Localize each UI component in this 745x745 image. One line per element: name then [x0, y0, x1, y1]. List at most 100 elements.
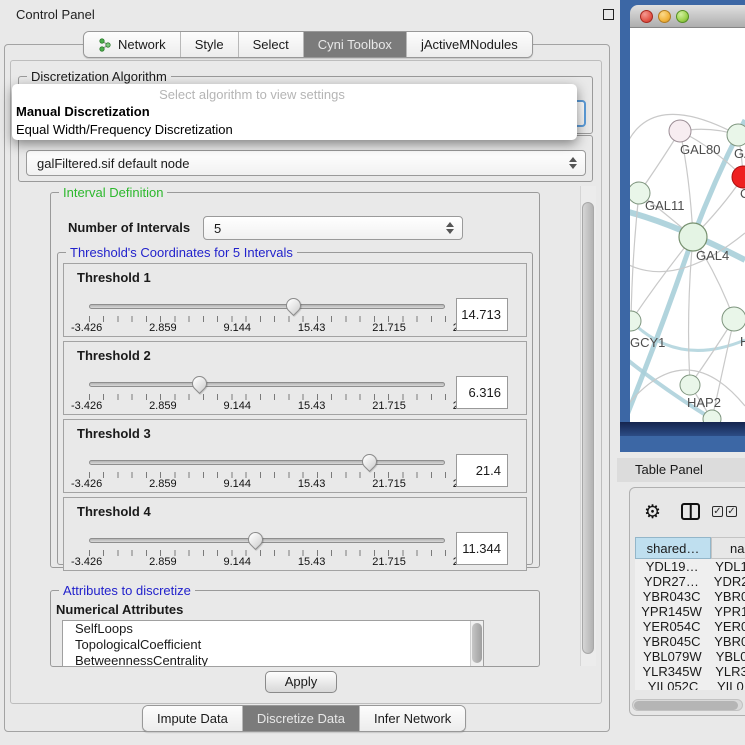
tab-impute-data[interactable]: Impute Data — [143, 706, 242, 731]
network-window-shadow — [620, 422, 745, 436]
threshold-3-slider[interactable] — [89, 460, 445, 465]
threshold-4-label: Threshold 4 — [77, 504, 151, 519]
network-canvas[interactable]: GAL80 GA C GAL11 GAL4 GCY1 H HAP2 — [630, 28, 745, 422]
attributes-group-label: Attributes to discretize — [59, 583, 195, 598]
threshold-2-label: Threshold 2 — [77, 348, 151, 363]
tab-discretize-data[interactable]: Discretize Data — [242, 706, 359, 731]
threshold-3-value-field[interactable]: 21.4 — [456, 454, 508, 487]
node-hap2[interactable] — [680, 375, 700, 395]
slider-tick-labels: -3.4262.8599.14415.4321.71528 — [71, 556, 465, 568]
combo-arrows-icon — [446, 222, 454, 234]
list-scrollbar[interactable] — [470, 621, 483, 666]
dropdown-option-equal-width[interactable]: Equal Width/Frequency Discretization — [12, 121, 577, 139]
gear-icon[interactable]: ⚙ — [644, 501, 661, 524]
threshold-1-slider[interactable] — [89, 304, 445, 309]
threshold-1-panel: Threshold 1 -3.4262.8599.14415.4321.7152… — [63, 263, 527, 337]
node-label-gal11: GAL11 — [645, 198, 685, 213]
list-item[interactable]: BetweennessCentrality — [63, 653, 483, 667]
panel-title: Control Panel — [16, 7, 95, 22]
threshold-coords-label: Threshold's Coordinates for 5 Intervals — [66, 245, 297, 260]
node-selected-red[interactable] — [732, 166, 745, 188]
interval-definition-label: Interval Definition — [59, 185, 167, 200]
split-columns-icon[interactable] — [681, 503, 700, 520]
column-header-shared-name[interactable]: shared… — [635, 537, 711, 559]
list-item[interactable]: TopologicalCoefficient — [63, 637, 483, 653]
threshold-3-panel: Threshold 3 -3.4262.8599.14415.4321.7152… — [63, 419, 527, 493]
slider-handle[interactable] — [283, 295, 304, 316]
slider-tick-labels: -3.4262.8599.14415.4321.71528 — [71, 400, 465, 412]
tab-style[interactable]: Style — [180, 32, 238, 57]
tab-infer-network[interactable]: Infer Network — [359, 706, 465, 731]
network-view-window[interactable]: GAL80 GA C GAL11 GAL4 GCY1 H HAP2 — [630, 5, 745, 422]
slider-handle[interactable] — [245, 529, 266, 550]
combo-arrows-icon — [569, 157, 577, 169]
table-hscrollbar-thumb[interactable] — [634, 701, 738, 710]
slider-handle[interactable] — [359, 451, 380, 472]
table-row[interactable]: YIL052CYIL0 — [635, 679, 745, 690]
node-label-gal80: GAL80 — [680, 142, 720, 157]
table-row[interactable]: YPR145WYPR1 — [635, 604, 745, 619]
num-intervals-value: 5 — [214, 221, 221, 236]
float-window-icon[interactable] — [603, 9, 614, 20]
threshold-2-value-field[interactable]: 6.316 — [456, 376, 508, 409]
tab-network-label: Network — [118, 37, 166, 52]
table-row[interactable]: YDL19…YDL1 — [635, 559, 745, 574]
zoom-traffic-light-icon[interactable] — [676, 10, 689, 23]
checkbox-checked-icon[interactable]: ✓ — [726, 506, 737, 517]
node-partial-right[interactable] — [722, 307, 745, 331]
threshold-1-value-field[interactable]: 14.713 — [456, 298, 508, 331]
node-gal80[interactable] — [669, 120, 691, 142]
table-row[interactable]: YLR345WYLR3 — [635, 664, 745, 679]
tab-select[interactable]: Select — [238, 32, 303, 57]
tab-jactivemnodules[interactable]: jActiveMNodules — [406, 32, 532, 57]
numerical-attributes-label: Numerical Attributes — [56, 602, 183, 617]
num-intervals-label: Number of Intervals — [68, 220, 190, 235]
slider-tick-labels: -3.4262.8599.14415.4321.71528 — [71, 478, 465, 490]
dropdown-placeholder-item[interactable]: Select algorithm to view settings — [12, 86, 492, 103]
dropdown-option-manual[interactable]: Manual Discretization — [12, 103, 577, 121]
cyni-bottom-tabbar: Impute Data Discretize Data Infer Networ… — [142, 705, 466, 732]
node-label-hap2: HAP2 — [687, 395, 721, 410]
node-bottom-partial[interactable] — [703, 410, 721, 422]
threshold-2-panel: Threshold 2 -3.4262.8599.14415.4321.7152… — [63, 341, 527, 415]
node-label-partial: H — [740, 334, 745, 349]
threshold-4-panel: Threshold 4 -3.4262.8599.14415.4321.7152… — [63, 497, 527, 571]
threshold-4-slider[interactable] — [89, 538, 445, 543]
threshold-3-label: Threshold 3 — [77, 426, 151, 441]
table-body[interactable]: YDL19…YDL1 YDR27…YDR2 YBR043CYBR0 YPR145… — [635, 559, 745, 690]
table-data-value: galFiltered.sif default node — [37, 156, 189, 171]
threshold-1-label: Threshold 1 — [77, 270, 151, 285]
table-row[interactable]: YBR043CYBR0 — [635, 589, 745, 604]
tab-network[interactable]: Network — [84, 32, 180, 57]
algorithm-group-label: Discretization Algorithm — [27, 69, 171, 84]
num-intervals-combobox[interactable]: 5 — [203, 216, 463, 240]
network-graph: GAL80 GA C GAL11 GAL4 GCY1 H HAP2 — [630, 28, 745, 422]
threshold-2-slider[interactable] — [89, 382, 445, 387]
slider-handle[interactable] — [189, 373, 210, 394]
algorithm-dropdown-popup: Select algorithm to view settings Manual… — [12, 84, 577, 140]
checkbox-checked-icon[interactable]: ✓ — [712, 506, 723, 517]
node-partial-top-right[interactable] — [727, 124, 745, 146]
column-checkbox-icons[interactable]: ✓ ✓ — [712, 506, 737, 517]
apply-button[interactable]: Apply — [265, 671, 337, 693]
table-panel-title: Table Panel — [617, 458, 745, 482]
minimize-traffic-light-icon[interactable] — [658, 10, 671, 23]
node-gal4[interactable] — [679, 223, 707, 251]
close-traffic-light-icon[interactable] — [640, 10, 653, 23]
table-row[interactable]: YDR27…YDR2 — [635, 574, 745, 589]
control-panel-tabbar: Network Style Select Cyni Toolbox jActiv… — [83, 31, 533, 58]
table-row[interactable]: YBR045CYBR0 — [635, 634, 745, 649]
tab-cyni-toolbox[interactable]: Cyni Toolbox — [303, 32, 406, 57]
table-row[interactable]: YER054CYER0 — [635, 619, 745, 634]
table-row[interactable]: YBL079WYBL0 — [635, 649, 745, 664]
panel-scrollbar-thumb[interactable] — [582, 202, 594, 654]
numerical-attributes-list[interactable]: SelfLoops TopologicalCoefficient Between… — [62, 620, 484, 667]
node-label-partial: GA — [734, 146, 745, 161]
list-item[interactable]: SelfLoops — [63, 621, 483, 637]
network-window-titlebar[interactable] — [630, 5, 745, 28]
threshold-4-value-field[interactable]: 11.344 — [456, 532, 508, 565]
table-data-combobox[interactable]: galFiltered.sif default node — [26, 150, 586, 176]
node-label-partial: C — [740, 186, 745, 201]
node-label-gcy1: GCY1 — [630, 335, 665, 350]
column-header-name[interactable]: na — [711, 537, 745, 559]
